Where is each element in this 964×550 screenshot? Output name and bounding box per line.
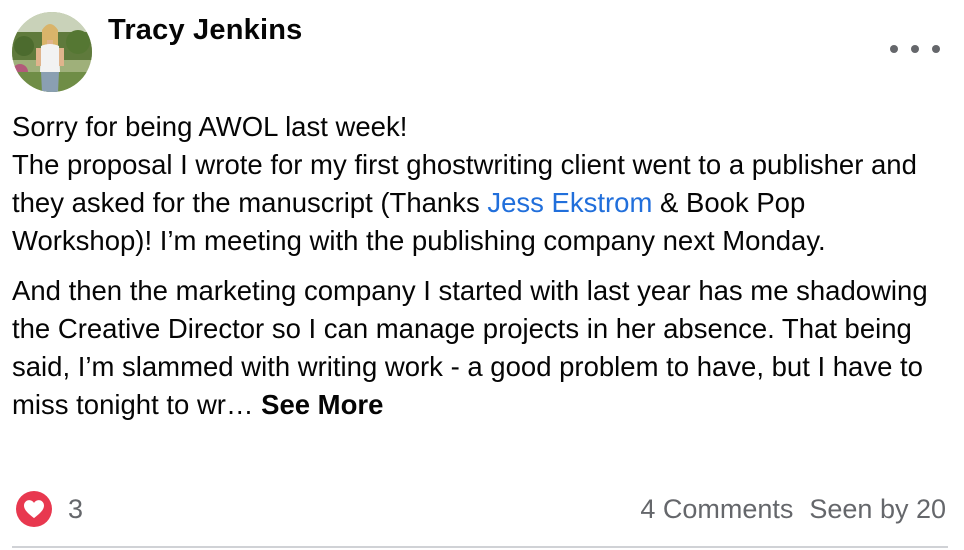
more-horizontal-icon-dot (932, 45, 940, 53)
post-line-1: Sorry for being AWOL last week! (12, 111, 408, 142)
comments-count-link[interactable]: 4 Comments (640, 492, 793, 526)
reaction-count[interactable]: 3 (68, 492, 83, 526)
post-body-paragraph-1: Sorry for being AWOL last week! The propo… (12, 108, 952, 260)
seen-by-link[interactable]: Seen by 20 (809, 492, 946, 526)
post-body: Sorry for being AWOL last week! The propo… (12, 108, 952, 424)
author-name[interactable]: Tracy Jenkins (108, 14, 302, 47)
post-card: Tracy Jenkins Sorry for being AWOL last … (0, 0, 964, 550)
avatar-photo (12, 12, 92, 92)
more-options-button[interactable] (890, 34, 940, 64)
post-text: And then the marketing company I started… (12, 275, 928, 420)
more-horizontal-icon (890, 45, 898, 53)
mention-link[interactable]: Jess Ekstrom (487, 187, 652, 218)
divider (12, 546, 948, 548)
post-body-paragraph-2: And then the marketing company I started… (12, 272, 952, 424)
heart-reaction-icon[interactable] (16, 491, 52, 527)
see-more-link[interactable]: See More (261, 389, 383, 420)
post-stats: 4 Comments Seen by 20 (640, 492, 946, 526)
more-horizontal-icon-dot (911, 45, 919, 53)
avatar[interactable] (12, 12, 92, 92)
heart-icon (24, 500, 44, 519)
